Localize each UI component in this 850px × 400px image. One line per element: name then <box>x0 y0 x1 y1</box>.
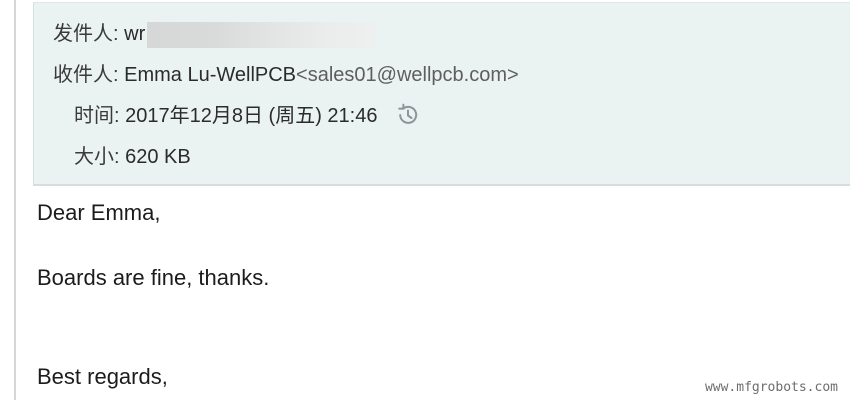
time-label: 时间: <box>74 105 120 127</box>
to-name[interactable]: Emma Lu-WellPCB <box>124 64 296 86</box>
size-value: 620 KB <box>125 146 191 168</box>
to-label: 收件人: <box>53 64 119 86</box>
watermark: www.mfgrobots.com <box>702 380 840 395</box>
size-row: 大小: 620 KB <box>74 143 191 171</box>
body-greeting: Dear Emma, <box>37 200 161 225</box>
to-row: 收件人: Emma Lu-WellPCB<sales01@wellpcb.com… <box>53 61 519 89</box>
email-viewer: 发件人: wr 收件人: Emma Lu-WellPCB<sales01@wel… <box>0 0 850 400</box>
body-message: Boards are fine, thanks. <box>37 265 270 290</box>
size-label: 大小: <box>74 146 120 168</box>
time-row: 时间: 2017年12月8日 (周五) 21:46 <box>74 102 421 130</box>
to-email[interactable]: <sales01@wellpcb.com> <box>296 64 519 86</box>
left-divider <box>14 0 16 400</box>
history-icon[interactable] <box>395 102 421 128</box>
from-row: 发件人: wr <box>53 20 376 48</box>
redacted-sender <box>147 21 376 48</box>
body-closing: Best regards, <box>37 364 168 389</box>
time-value: 2017年12月8日 (周五) 21:46 <box>125 105 378 127</box>
from-label: 发件人: <box>53 23 119 45</box>
from-value[interactable]: wr <box>124 23 145 45</box>
